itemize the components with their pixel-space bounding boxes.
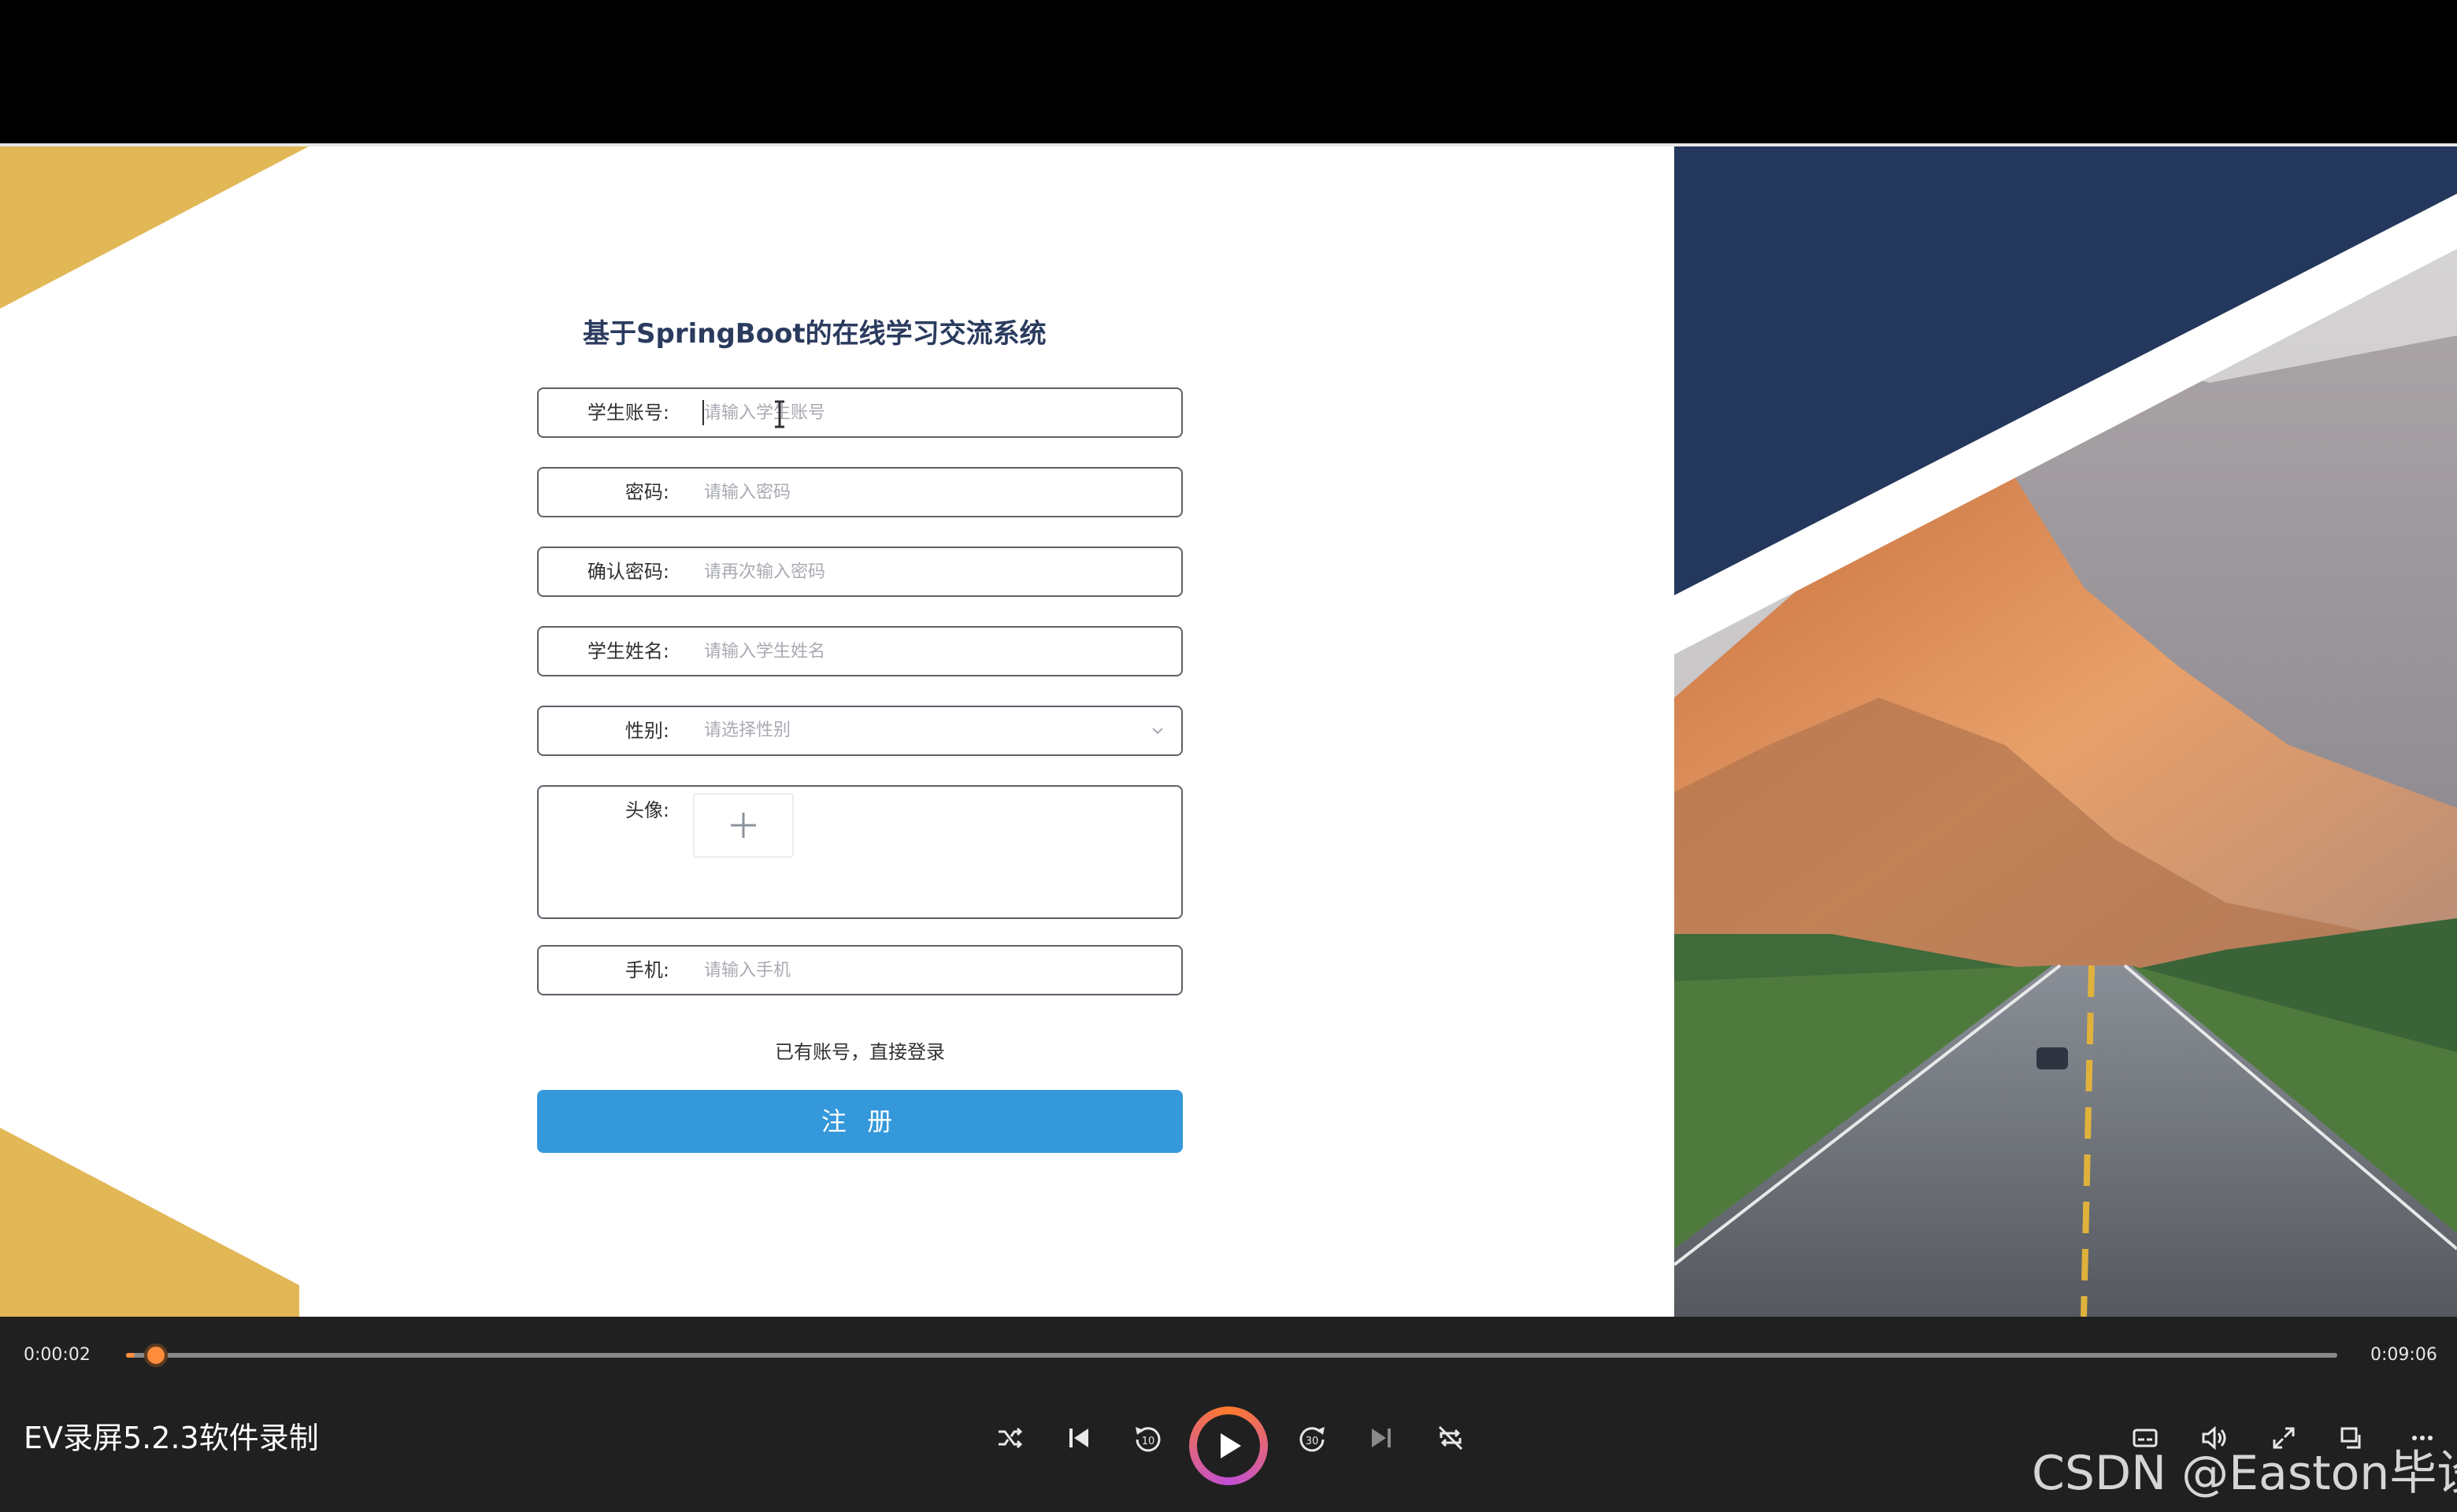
gender-label: 性别: [624,720,669,742]
ibeam-cursor-icon [775,400,784,428]
text-caret [702,400,704,425]
confirm-password-label: 确认密码: [587,561,669,583]
forward-30-icon[interactable]: 30 [1288,1414,1336,1462]
student-name-field[interactable]: 学生姓名: [537,626,1183,676]
svg-text:10: 10 [1142,1436,1155,1447]
registration-page: 基于SpringBoot的在线学习交流系统 学生账号: 密码: 确认密码: 学生… [0,146,1674,1317]
csdn-watermark: CSDN @Easton毕设 [2032,1446,2457,1501]
gold-corner-top [0,146,309,309]
phone-label: 手机: [624,959,669,981]
student-name-label: 学生姓名: [587,640,669,662]
page-title: 基于SpringBoot的在线学习交流系统 [583,318,1047,350]
media-title: EV录屏5.2.3软件录制 [24,1421,319,1455]
top-letterbox [0,0,2457,143]
login-link[interactable]: 已有账号，直接登录 [537,1036,1183,1068]
total-time: 0:09:06 [2370,1345,2437,1365]
chevron-down-icon[interactable] [1150,723,1166,739]
register-button[interactable]: 注 册 [537,1090,1183,1153]
student-account-label: 学生账号: [587,402,669,424]
scenery-panel [1674,146,2457,1317]
avatar-upload-button[interactable] [693,793,794,858]
confirm-password-field[interactable]: 确认密码: [537,547,1183,597]
play-button[interactable] [1189,1406,1268,1485]
plus-icon [731,813,756,838]
student-name-input[interactable] [704,632,1161,670]
avatar-label: 头像: [624,799,669,821]
rewind-10-icon[interactable]: 10 [1125,1414,1172,1462]
seek-handle[interactable] [144,1343,168,1367]
next-icon[interactable] [1358,1414,1405,1462]
video-frame: 基于SpringBoot的在线学习交流系统 学生账号: 密码: 确认密码: 学生… [0,143,2457,1317]
gender-select[interactable]: 性别: 请选择性别 [537,706,1183,756]
play-icon [1221,1433,1241,1458]
repeat-off-icon[interactable] [1427,1414,1474,1462]
previous-icon[interactable] [1055,1414,1102,1462]
password-field[interactable]: 密码: [537,467,1183,517]
avatar-field: 头像: [537,785,1183,919]
mountain-road-image [1674,146,2457,1317]
current-time: 0:00:02 [24,1345,91,1365]
phone-field[interactable]: 手机: [537,945,1183,995]
gender-select-value[interactable]: 请选择性别 [704,707,791,754]
svg-text:30: 30 [1306,1436,1319,1447]
media-player-controls: 0:00:02 0:09:06 EV录屏5.2.3软件录制 10 30 CSDN… [0,1317,2457,1512]
seek-bar-progress [126,1353,135,1358]
student-account-field[interactable]: 学生账号: [537,387,1183,438]
password-label: 密码: [624,481,669,503]
shuffle-icon[interactable] [986,1414,1033,1462]
phone-input[interactable] [704,951,1161,989]
seek-bar[interactable] [126,1343,2337,1367]
confirm-password-input[interactable] [704,553,1161,591]
password-input[interactable] [704,473,1161,511]
gold-corner-bottom [0,1128,299,1317]
